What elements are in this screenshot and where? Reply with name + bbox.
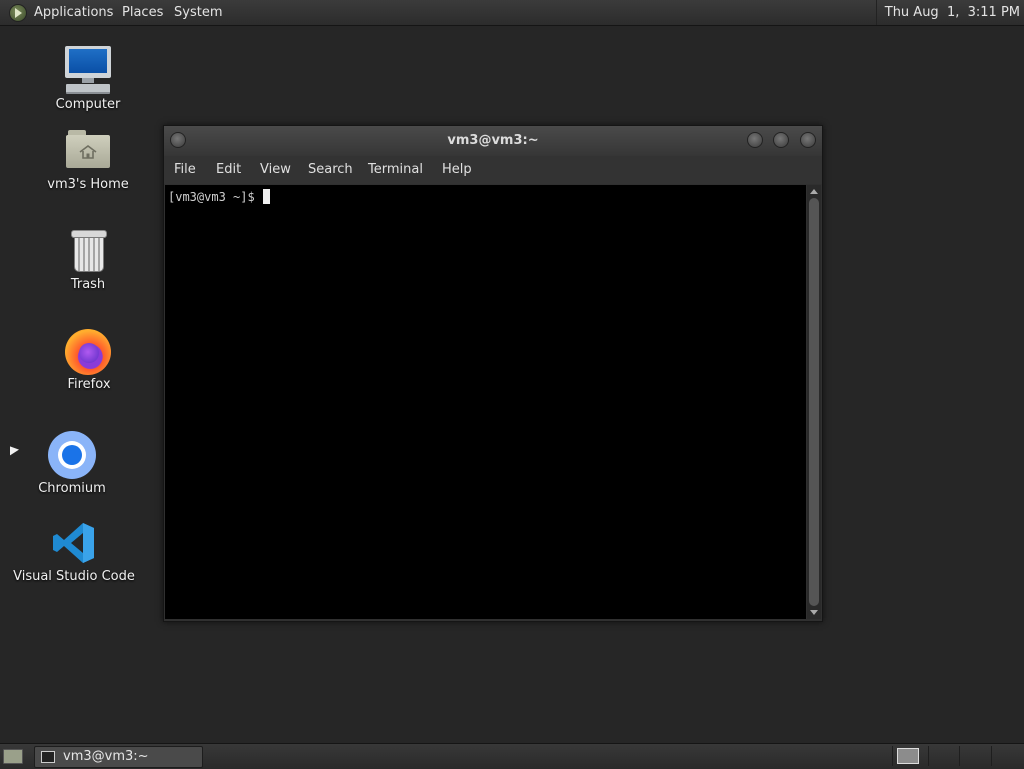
terminal-prompt: [vm3@vm3 ~]$	[168, 190, 262, 204]
desktop-icon-label: Firefox	[67, 377, 111, 392]
maximize-button[interactable]	[773, 132, 789, 148]
terminal-window[interactable]: vm3@vm3:~ File Edit View Search Terminal…	[163, 125, 823, 622]
menu-terminal[interactable]: Terminal	[368, 156, 423, 184]
taskbar-label: vm3@vm3:~	[63, 749, 149, 764]
bottom-panel: vm3@vm3:~	[0, 743, 1024, 769]
firefox-icon	[65, 329, 111, 375]
desktop-icon-trash[interactable]: Trash	[23, 230, 153, 300]
workspace-separator	[928, 746, 929, 766]
show-desktop-icon[interactable]	[3, 749, 23, 764]
desktop-icon-vscode[interactable]: Visual Studio Code	[9, 521, 139, 591]
menu-view[interactable]: View	[260, 156, 291, 184]
applications-menu[interactable]: Applications	[34, 0, 113, 25]
system-menu[interactable]: System	[174, 0, 222, 25]
terminal-scrollbar[interactable]	[807, 185, 821, 619]
workspace-separator	[991, 746, 992, 766]
menu-edit[interactable]: Edit	[216, 156, 241, 184]
menu-file[interactable]: File	[174, 156, 196, 184]
desktop-icon-label: Trash	[70, 277, 106, 292]
places-menu[interactable]: Places	[122, 0, 163, 25]
home-folder-icon	[66, 130, 112, 170]
trash-icon	[69, 230, 107, 272]
menu-help[interactable]: Help	[442, 156, 472, 184]
desktop-icon-firefox[interactable]: Firefox	[24, 327, 154, 397]
chromium-icon	[48, 431, 96, 479]
desktop-icon-label: vm3's Home	[47, 177, 129, 192]
desktop-icon-home[interactable]: vm3's Home	[23, 130, 153, 200]
workspace-1[interactable]	[897, 748, 919, 764]
computer-icon	[64, 46, 112, 94]
terminal-titlebar[interactable]: vm3@vm3:~	[164, 126, 822, 156]
clock[interactable]: Thu Aug 1, 3:11 PM	[875, 0, 1024, 25]
terminal-output[interactable]: [vm3@vm3 ~]$	[165, 185, 806, 619]
workspace-separator	[959, 746, 960, 766]
desktop-icon-label: Computer	[55, 97, 121, 112]
workspace-separator	[892, 746, 893, 766]
scroll-up-icon[interactable]	[810, 189, 818, 194]
terminal-cursor	[262, 189, 270, 204]
terminal-menubar: File Edit View Search Terminal Help	[164, 156, 822, 184]
minimize-button[interactable]	[747, 132, 763, 148]
taskbar-button-terminal[interactable]: vm3@vm3:~	[34, 746, 203, 768]
terminal-icon	[41, 751, 55, 763]
desktop-icon-chromium[interactable]: Chromium	[7, 431, 137, 501]
vscode-icon	[53, 523, 94, 563]
top-panel: Applications Places System Thu Aug 1, 3:…	[0, 0, 1024, 26]
desktop-icon-label: Chromium	[38, 481, 106, 496]
applications-menu-icon[interactable]	[9, 4, 27, 22]
scroll-down-icon[interactable]	[810, 610, 818, 615]
desktop-icon-computer[interactable]: Computer	[23, 46, 153, 116]
close-button[interactable]	[800, 132, 816, 148]
desktop-icon-label: Visual Studio Code	[13, 569, 135, 584]
menu-search[interactable]: Search	[308, 156, 353, 184]
scrollbar-thumb[interactable]	[809, 198, 819, 606]
window-title: vm3@vm3:~	[447, 133, 539, 148]
